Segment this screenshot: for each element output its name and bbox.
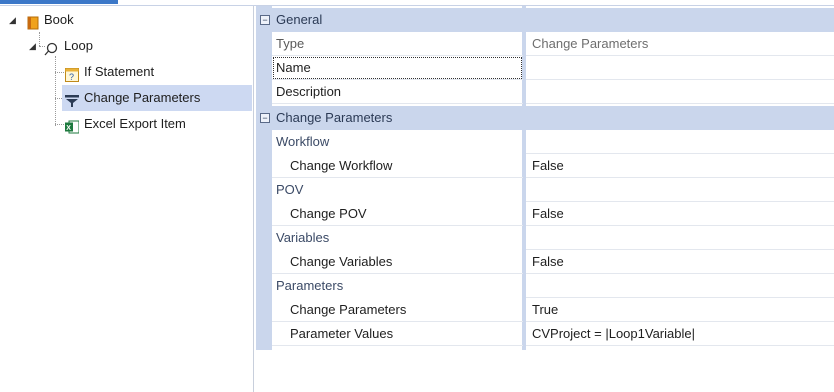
subcategory-title: POV — [276, 182, 304, 197]
tree-connector — [55, 72, 64, 73]
loop-icon — [44, 39, 58, 56]
change-pov-value[interactable]: False — [526, 202, 834, 226]
property-name: Change Workflow — [272, 154, 523, 178]
property-value: Change Parameters — [526, 32, 834, 56]
property-name: Type — [272, 32, 523, 56]
collapse-arrow-icon[interactable]: ◢ — [9, 15, 19, 25]
change-parameters-value[interactable]: True — [526, 298, 834, 322]
property-name: Parameter Values — [272, 322, 523, 346]
collapse-arrow-icon[interactable]: ◢ — [29, 41, 39, 51]
collapse-toggle-icon[interactable]: − — [260, 15, 270, 25]
subcategory-value-cell — [526, 178, 834, 202]
change-variables-value[interactable]: False — [526, 250, 834, 274]
tree-node-label: Book — [44, 12, 74, 27]
active-tab-indicator — [0, 0, 118, 4]
property-row-change-parameters[interactable]: Change Parameters True — [256, 298, 834, 322]
property-name: Change Variables — [272, 250, 523, 274]
subcategory-title: Parameters — [276, 278, 344, 293]
subcategory-variables: Variables — [256, 226, 834, 250]
subcategory-value-cell — [526, 130, 834, 154]
svg-text:X: X — [66, 125, 71, 132]
property-row-description[interactable]: Description — [256, 80, 834, 104]
property-name: Change POV — [272, 202, 523, 226]
tree-node-book[interactable]: ◢ Book — [6, 7, 246, 33]
subcategory-pov: POV — [256, 178, 834, 202]
tree-connector — [55, 56, 56, 126]
property-name: Description — [272, 80, 523, 104]
property-name: Change Parameters — [272, 298, 523, 322]
name-value-field[interactable] — [526, 56, 834, 80]
property-row-change-workflow[interactable]: Change Workflow False — [256, 154, 834, 178]
tree-node-if-statement[interactable]: ? If Statement — [64, 59, 246, 85]
if-statement-icon: ? — [65, 65, 79, 82]
subcategory-title: Variables — [276, 230, 330, 245]
tree-node-label: Loop — [64, 38, 93, 53]
property-name[interactable]: Name — [272, 56, 523, 80]
subcategory-workflow: Workflow — [256, 130, 834, 154]
funnel-icon — [65, 91, 79, 107]
property-row-parameter-values[interactable]: Parameter Values CVProject = |Loop1Varia… — [256, 322, 834, 346]
tree-node-label: Excel Export Item — [84, 116, 186, 131]
category-title: Change Parameters — [276, 110, 393, 125]
property-row-type[interactable]: Type Change Parameters — [256, 32, 834, 56]
collapse-toggle-icon[interactable]: − — [260, 113, 270, 123]
subcategory-title: Workflow — [276, 134, 330, 149]
category-title: General — [276, 12, 323, 27]
subcategory-value-cell — [526, 226, 834, 250]
tree-node-change-parameters[interactable]: Change Parameters — [62, 85, 252, 111]
property-row-change-variables[interactable]: Change Variables False — [256, 250, 834, 274]
subcategory-value-cell — [526, 274, 834, 298]
category-change-parameters[interactable]: − Change Parameters — [256, 106, 834, 130]
tree-node-loop[interactable]: ◢ Loop — [22, 33, 246, 59]
subcategory-parameters: Parameters — [256, 274, 834, 298]
svg-text:?: ? — [69, 72, 74, 82]
excel-icon: X — [65, 117, 80, 134]
tree-node-label: If Statement — [84, 64, 155, 79]
tree-node-label: Change Parameters — [84, 90, 201, 105]
tree-node-excel-export-item[interactable]: X Excel Export Item — [64, 111, 246, 137]
property-row-name[interactable]: Name — [256, 56, 834, 80]
category-general[interactable]: − General — [256, 8, 834, 32]
change-workflow-value[interactable]: False — [526, 154, 834, 178]
property-grid: − General Type Change Parameters Name De… — [256, 6, 834, 392]
tree-connector — [55, 124, 64, 125]
sequence-tree: ◢ Book ◢ Loop ? If Statement Change Para… — [0, 6, 254, 392]
grid-empty-area — [256, 350, 834, 392]
parameter-values-value[interactable]: CVProject = |Loop1Variable| — [526, 322, 834, 346]
description-value-field[interactable] — [526, 80, 834, 104]
property-row-change-pov[interactable]: Change POV False — [256, 202, 834, 226]
book-icon — [26, 13, 40, 30]
